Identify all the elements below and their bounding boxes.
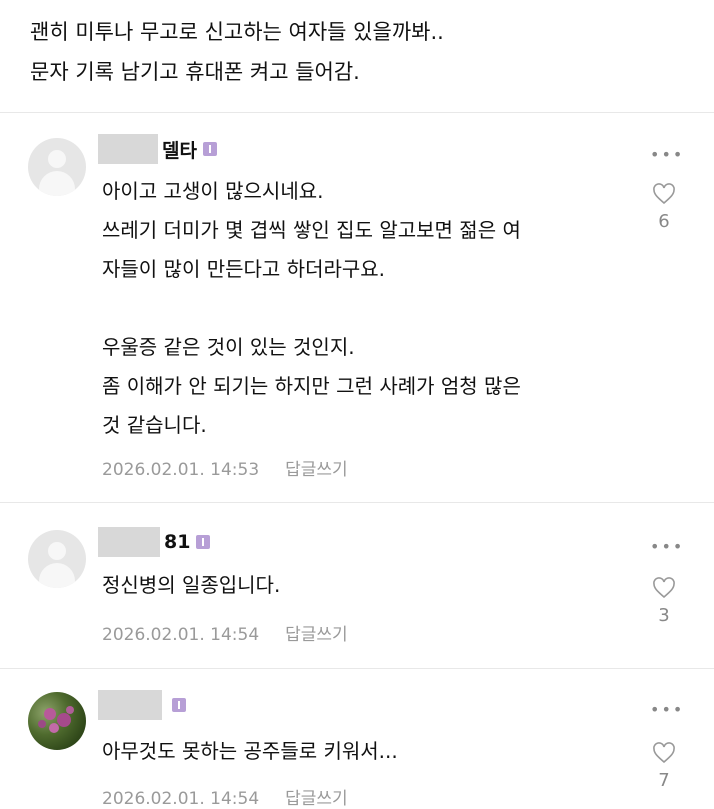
like-button[interactable]: 6 (650, 183, 678, 232)
reply-button[interactable]: 답글쓰기 (285, 625, 348, 645)
blurred-nickname (98, 134, 158, 164)
avatar[interactable] (28, 530, 86, 588)
comment-text: 아무것도 못하는 공주들로 키워서... (102, 739, 398, 763)
author-row (98, 690, 186, 720)
author-row: 81 (98, 527, 211, 557)
avatar[interactable] (28, 138, 86, 196)
more-options-icon[interactable]: ••• (650, 537, 684, 556)
more-options-icon[interactable]: ••• (650, 700, 684, 719)
heart-icon (653, 742, 675, 764)
reply-button[interactable]: 답글쓰기 (285, 789, 348, 809)
comment-text: 정신병의 일종입니다. (102, 573, 281, 597)
comment-date: 2026.02.01. 14:54 (102, 789, 260, 809)
author-row: 델타 (98, 134, 217, 164)
comment-meta: 2026.02.01. 14:54 답글쓰기 (102, 784, 348, 809)
comment-text: 아이고 고생이 많으시네요. 쓰레기 더미가 몇 겹씩 쌓인 집도 알고보면 젊… (102, 179, 521, 437)
reply-button[interactable]: 답글쓰기 (285, 460, 348, 480)
like-count: 7 (658, 770, 670, 791)
author-nickname[interactable]: 델타 (162, 136, 197, 163)
blurred-nickname (98, 690, 162, 720)
blurred-nickname (98, 527, 160, 557)
level-badge-icon (196, 535, 211, 549)
post-text: 괜히 미투나 무고로 신고하는 여자들 있을까봐.. 문자 기록 남기고 휴대폰… (30, 12, 444, 92)
comment-meta: 2026.02.01. 14:53 답글쓰기 (102, 455, 348, 480)
avatar[interactable] (28, 692, 86, 750)
heart-icon (653, 183, 675, 205)
heart-icon (653, 577, 675, 599)
divider (0, 668, 714, 669)
comment-meta: 2026.02.01. 14:54 답글쓰기 (102, 620, 348, 645)
more-options-icon[interactable]: ••• (650, 145, 684, 164)
like-count: 6 (658, 211, 670, 232)
level-badge-icon (202, 142, 217, 156)
divider (0, 112, 714, 113)
post-line: 괜히 미투나 무고로 신고하는 여자들 있을까봐.. (30, 20, 444, 44)
post-line: 문자 기록 남기고 휴대폰 켜고 들어감. (30, 60, 360, 84)
divider (0, 502, 714, 503)
like-count: 3 (658, 605, 670, 626)
author-nickname[interactable]: 81 (164, 531, 190, 553)
flower-photo (38, 706, 74, 733)
like-button[interactable]: 3 (650, 577, 678, 626)
level-badge-icon (172, 698, 186, 712)
like-button[interactable]: 7 (650, 742, 678, 791)
comment-date: 2026.02.01. 14:54 (102, 625, 260, 645)
comment-date: 2026.02.01. 14:53 (102, 460, 260, 480)
